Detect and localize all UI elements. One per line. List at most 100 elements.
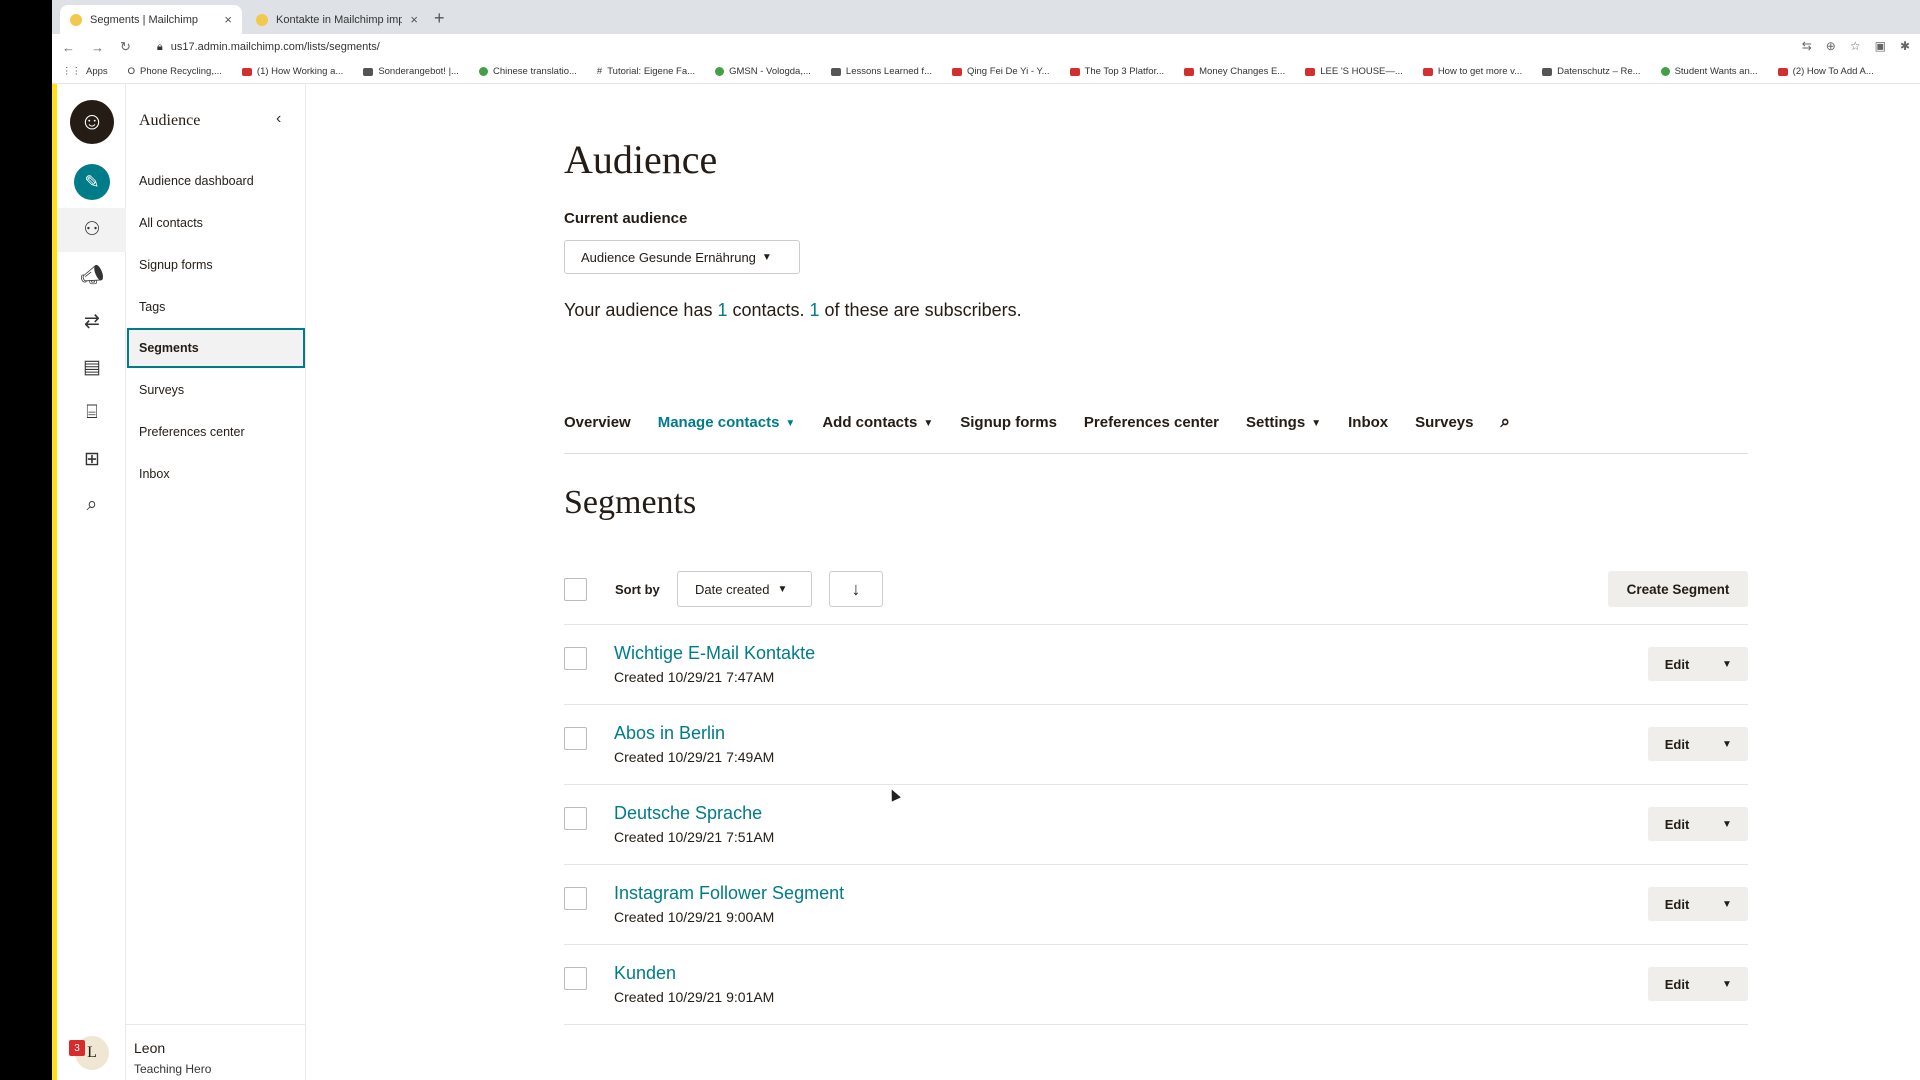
- close-icon[interactable]: ×: [410, 12, 418, 27]
- tab-inbox[interactable]: Inbox: [1348, 414, 1388, 453]
- chevron-down-icon[interactable]: ▼: [1706, 899, 1748, 910]
- youtube-icon: [1777, 67, 1788, 76]
- bookmark[interactable]: The Top 3 Platfor...: [1069, 66, 1164, 77]
- segment-name-link[interactable]: Instagram Follower Segment: [614, 883, 844, 904]
- browser-tab-segments[interactable]: Segments | Mailchimp ×: [60, 5, 242, 34]
- translate-icon[interactable]: ⇆: [1802, 39, 1812, 53]
- sidebar-title: Audience: [139, 112, 201, 129]
- segment-name-link[interactable]: Abos in Berlin: [614, 723, 725, 744]
- puzzle-icon[interactable]: ✱: [1900, 39, 1910, 53]
- tab-surveys[interactable]: Surveys: [1415, 414, 1473, 453]
- segment-name-link[interactable]: Kunden: [614, 963, 676, 984]
- new-tab-button[interactable]: +: [434, 8, 445, 29]
- bookmarks-bar: ⋮⋮ Apps O Phone Recycling,... (1) How Work…: [52, 60, 1920, 84]
- tab-overview[interactable]: Overview: [564, 414, 631, 453]
- extension-icon[interactable]: ▣: [1875, 39, 1886, 53]
- audience-select[interactable]: Audience Gesunde Ernährung ▼: [564, 240, 800, 274]
- bookmark[interactable]: Lessons Learned f...: [830, 66, 932, 77]
- create-pencil-icon[interactable]: ✎: [74, 164, 110, 200]
- user-name[interactable]: Leon: [134, 1040, 165, 1056]
- segment-name-link[interactable]: Deutsche Sprache: [614, 803, 762, 824]
- chevron-down-icon[interactable]: ▼: [1706, 979, 1748, 990]
- search-icon[interactable]: ⌕: [74, 487, 110, 523]
- chevron-down-icon[interactable]: ▼: [1706, 819, 1748, 830]
- sidebar-item-surveys[interactable]: Surveys: [127, 370, 305, 410]
- bookmark[interactable]: # Tutorial: Eigene Fa...: [597, 66, 695, 77]
- tab-settings[interactable]: Settings ▼: [1246, 414, 1321, 453]
- bookmark[interactable]: Datenschutz – Re...: [1542, 66, 1641, 77]
- bookmark[interactable]: O Phone Recycling,...: [128, 66, 222, 77]
- forward-arrow-icon[interactable]: →: [91, 40, 104, 55]
- row-checkbox[interactable]: [564, 967, 587, 990]
- edit-button[interactable]: Edit: [1648, 897, 1706, 912]
- sidebar-item-tags[interactable]: Tags: [127, 287, 305, 327]
- bookmark[interactable]: Sonderangebot! |...: [363, 66, 459, 77]
- collapse-chevron-left-icon[interactable]: ‹: [276, 110, 281, 128]
- table-row: Instagram Follower Segment Created 10/29…: [564, 865, 1748, 945]
- audience-select-value: Audience Gesunde Ernährung: [581, 249, 756, 265]
- chevron-down-icon[interactable]: ▼: [1706, 659, 1748, 670]
- edit-button[interactable]: Edit: [1648, 817, 1706, 832]
- bookmark[interactable]: Money Changes E...: [1184, 66, 1285, 77]
- tab-manage-contacts[interactable]: Manage contacts ▼: [658, 414, 796, 453]
- reload-icon[interactable]: ↻: [120, 39, 131, 55]
- star-icon[interactable]: ☆: [1850, 39, 1861, 53]
- chevron-down-icon: ▼: [777, 583, 788, 595]
- tab-strip: Segments | Mailchimp × Kontakte in Mailc…: [52, 0, 1920, 34]
- sidebar-item-audience-dashboard[interactable]: Audience dashboard: [127, 161, 305, 201]
- bookmark[interactable]: Qing Fei De Yi - Y...: [952, 66, 1050, 77]
- sidebar-item-segments[interactable]: Segments: [127, 328, 305, 368]
- tab-preferences-center[interactable]: Preferences center: [1084, 414, 1219, 453]
- contacts-count-link[interactable]: 1: [717, 300, 727, 320]
- bookmark[interactable]: GMSN - Vologda,...: [715, 66, 811, 77]
- sidebar-item-all-contacts[interactable]: All contacts: [127, 203, 305, 243]
- edit-button[interactable]: Edit: [1648, 977, 1706, 992]
- row-checkbox[interactable]: [564, 647, 587, 670]
- back-arrow-icon[interactable]: ←: [62, 40, 75, 55]
- search-icon[interactable]: ⌕: [1500, 412, 1510, 453]
- subscribers-count-link[interactable]: 1: [810, 300, 820, 320]
- row-checkbox[interactable]: [564, 807, 587, 830]
- automations-icon[interactable]: ⇄: [74, 303, 110, 339]
- browser-tab-kontakte[interactable]: Kontakte in Mailchimp importi… ×: [246, 5, 428, 34]
- mailchimp-favicon-icon: [256, 13, 268, 26]
- bookmark[interactable]: Student Wants an...: [1660, 66, 1758, 77]
- edit-button[interactable]: Edit: [1648, 737, 1706, 752]
- tab-signup-forms[interactable]: Signup forms: [960, 414, 1057, 453]
- sort-direction-arrow-down-icon[interactable]: ↓: [829, 571, 883, 607]
- zoom-icon[interactable]: ⊕: [1826, 39, 1836, 53]
- chevron-down-icon[interactable]: ▼: [1706, 739, 1748, 750]
- create-segment-button[interactable]: Create Segment: [1608, 571, 1748, 607]
- browser-chrome: Segments | Mailchimp × Kontakte in Mailc…: [52, 0, 1920, 84]
- segment-created: Created 10/29/21 9:01AM: [614, 989, 775, 1005]
- row-checkbox[interactable]: [564, 727, 587, 750]
- bookmark-apps[interactable]: ⋮⋮ Apps: [62, 66, 108, 77]
- bookmark[interactable]: Chinese translatio...: [478, 66, 577, 77]
- bookmark[interactable]: (1) How Working a...: [241, 66, 343, 77]
- edit-button[interactable]: Edit: [1648, 657, 1706, 672]
- sidebar-item-signup-forms[interactable]: Signup forms: [127, 245, 305, 285]
- notification-badge[interactable]: 3: [69, 1040, 85, 1056]
- bookmark[interactable]: LEE 'S HOUSE—...: [1305, 66, 1403, 77]
- segment-name-link[interactable]: Wichtige E-Mail Kontakte: [614, 643, 815, 664]
- mailchimp-logo-icon[interactable]: ☺: [70, 100, 114, 144]
- audience-icon[interactable]: ⚇: [74, 211, 110, 247]
- website-icon[interactable]: ▤: [74, 349, 110, 385]
- segments-toolbar: Sort by Date created ▼ ↓ Create Segment: [564, 570, 1748, 610]
- address-bar[interactable]: 🔒︎ us17.admin.mailchimp.com/lists/segmen…: [157, 41, 380, 54]
- sort-select[interactable]: Date created ▼: [677, 571, 812, 607]
- content-studio-icon[interactable]: ⌸: [74, 395, 110, 431]
- row-checkbox[interactable]: [564, 887, 587, 910]
- bookmark[interactable]: How to get more v...: [1422, 66, 1522, 77]
- close-icon[interactable]: ×: [224, 12, 232, 27]
- bookmark[interactable]: (2) How To Add A...: [1777, 66, 1874, 77]
- select-all-checkbox[interactable]: [564, 578, 587, 601]
- tab-add-contacts[interactable]: Add contacts ▼: [822, 414, 933, 453]
- sidebar-item-preferences-center[interactable]: Preferences center: [127, 412, 305, 452]
- segment-created: Created 10/29/21 7:49AM: [614, 749, 775, 765]
- youtube-icon: [1422, 67, 1433, 76]
- campaigns-megaphone-icon[interactable]: 📣︎: [74, 257, 110, 293]
- integrations-grid-icon[interactable]: ⊞: [74, 441, 110, 477]
- icon-rail: ☺ ✎ ⚇ 📣︎ ⇄ ▤ ⌸ ⊞ ⌕ L 3: [57, 84, 126, 1080]
- sidebar-item-inbox[interactable]: Inbox: [127, 454, 305, 494]
